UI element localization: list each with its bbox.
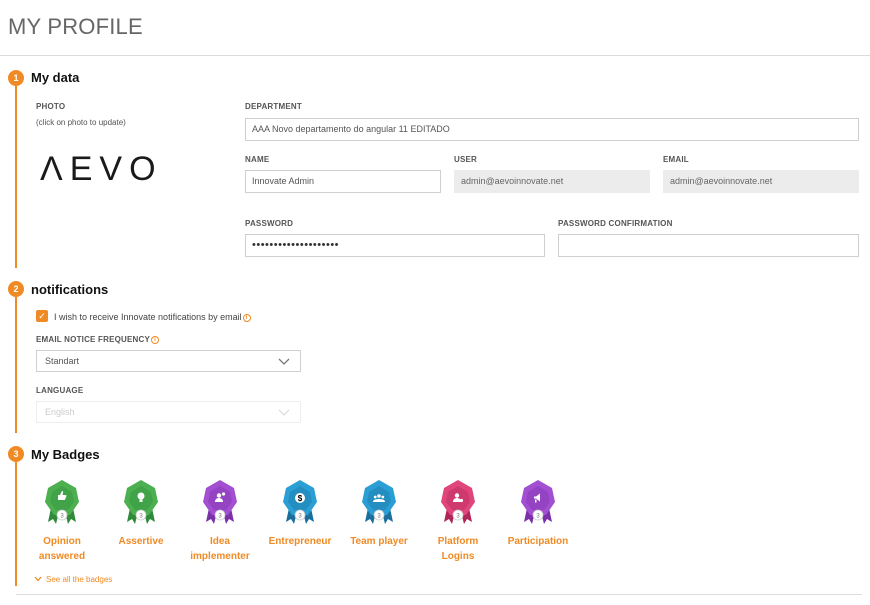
user-field: admin@aevoinnovate.net xyxy=(454,170,650,193)
photo-hint: (click on photo to update) xyxy=(36,118,126,127)
badge-label-line2: implementer xyxy=(190,551,250,562)
badge-item[interactable]: 3 Team player xyxy=(339,478,419,549)
badge-label-line1: Idea xyxy=(209,536,230,547)
badge-label-line1: Entrepreneur xyxy=(268,536,332,547)
email-label: EMAIL xyxy=(663,155,689,164)
page-title: MY PROFILE xyxy=(8,14,143,39)
badge-item[interactable]: 3 Opinion answered xyxy=(22,478,102,564)
step-number-1: 1 xyxy=(8,70,24,86)
badge-label-line2: answered xyxy=(38,551,86,562)
badge-label-line2: Logins xyxy=(441,551,475,562)
email-field: admin@aevoinnovate.net xyxy=(663,170,859,193)
badge-label-line1: Platform xyxy=(437,536,479,547)
user-label: USER xyxy=(454,155,478,164)
step-number-2: 2 xyxy=(8,281,24,297)
department-label: DEPARTMENT xyxy=(245,102,302,111)
section-title-badges: My Badges xyxy=(31,447,100,462)
badge-item[interactable]: 3 Participation xyxy=(498,478,578,549)
badge-label: Idea implementer xyxy=(180,534,260,564)
badge-label: Opinion answered xyxy=(22,534,102,564)
badge-item[interactable]: $ 3 Entrepreneur xyxy=(260,478,340,549)
email-notifications-label-row: I wish to receive Innovate notifications… xyxy=(54,312,251,322)
name-label: NAME xyxy=(245,155,270,164)
password-confirmation-field[interactable] xyxy=(558,234,859,257)
email-notifications-checkbox[interactable]: ✓ xyxy=(36,310,48,322)
info-icon[interactable]: i xyxy=(151,336,160,344)
chevron-down-icon xyxy=(278,358,290,365)
badge-label-line1: Assertive xyxy=(118,536,164,547)
timeline-line-1 xyxy=(15,86,17,268)
language-select: English xyxy=(36,401,301,423)
language-label: LANGUAGE xyxy=(36,386,84,395)
department-field[interactable]: AAA Novo departamento do angular 11 EDIT… xyxy=(245,118,859,141)
info-icon[interactable]: i xyxy=(242,314,251,322)
photo-label: PHOTO xyxy=(36,102,66,111)
profile-photo[interactable]: ΛEVO xyxy=(40,150,163,189)
badge-item[interactable]: 3 Assertive xyxy=(101,478,181,549)
badge-label: Team player xyxy=(339,534,419,549)
badge-medal-icon: 3 xyxy=(203,480,237,524)
coin-icon: $ xyxy=(295,493,305,503)
section-title-my-data: My data xyxy=(31,70,80,85)
badge-label-line1: Team player xyxy=(350,536,408,547)
password-field[interactable]: •••••••••••••••••••• xyxy=(245,234,545,257)
chevron-down-icon xyxy=(34,576,42,582)
email-notifications-label: I wish to receive Innovate notifications… xyxy=(54,312,242,322)
name-field[interactable]: Innovate Admin xyxy=(245,170,441,193)
bottom-divider xyxy=(16,594,862,595)
badge-medal-icon: 3 xyxy=(362,480,396,524)
badge-medal-icon: 3 xyxy=(45,480,79,524)
badge-item[interactable]: 3 Platform Logins xyxy=(418,478,498,564)
badge-medal-icon: $ 3 xyxy=(283,480,317,524)
badge-label: Participation xyxy=(498,534,578,549)
title-divider xyxy=(0,55,870,56)
see-all-label: See all the badges xyxy=(46,575,113,584)
svg-text:$: $ xyxy=(298,494,303,503)
see-all-badges-link[interactable]: See all the badges xyxy=(34,575,112,584)
chevron-down-icon xyxy=(278,409,290,416)
badge-label: Platform Logins xyxy=(418,534,498,564)
badge-item[interactable]: 3 Idea implementer xyxy=(180,478,260,564)
password-confirmation-label: PASSWORD CONFIRMATION xyxy=(558,219,673,228)
timeline-line-3 xyxy=(15,462,17,586)
badge-medal-icon: 3 xyxy=(124,480,158,524)
badge-label-line1: Participation xyxy=(507,536,569,547)
frequency-label: EMAIL NOTICE FREQUENCY xyxy=(36,335,151,344)
badge-label-line1: Opinion xyxy=(43,536,81,547)
badge-medal-icon: 3 xyxy=(441,480,475,524)
badge-label: Entrepreneur xyxy=(260,534,340,549)
password-label: PASSWORD xyxy=(245,219,294,228)
badge-medal-icon: 3 xyxy=(521,480,555,524)
frequency-select[interactable]: Standart xyxy=(36,350,301,372)
frequency-label-row: EMAIL NOTICE FREQUENCY i xyxy=(36,335,160,344)
badge-label: Assertive xyxy=(101,534,181,549)
step-number-3: 3 xyxy=(8,446,24,462)
language-value: English xyxy=(45,407,75,417)
section-title-notifications: notifications xyxy=(31,282,109,297)
timeline-line-2 xyxy=(15,297,17,433)
frequency-value: Standart xyxy=(45,356,80,366)
